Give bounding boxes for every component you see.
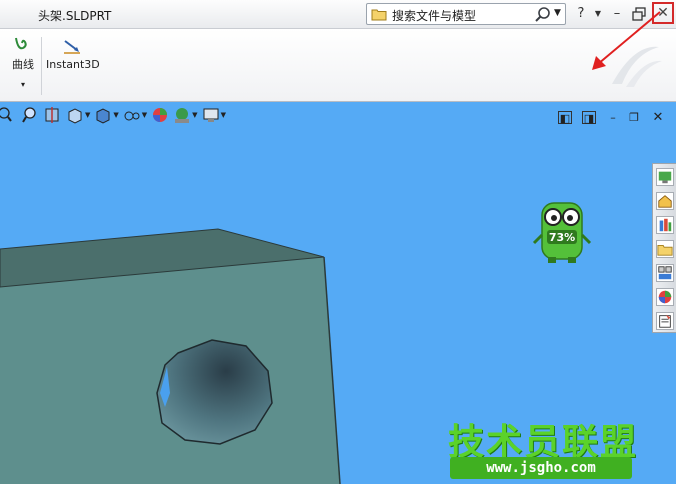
- search-input[interactable]: 搜索文件与模型: [392, 7, 476, 24]
- search-icon[interactable]: [534, 6, 552, 24]
- solidworks-resources-icon[interactable]: [656, 168, 674, 186]
- curve-dropdown-icon[interactable]: ▾: [8, 80, 38, 89]
- search-box[interactable]: 搜索文件与模型 ▼: [366, 3, 566, 25]
- watermark-url: www.jsgho.com: [450, 457, 632, 479]
- appearances-icon[interactable]: [656, 288, 674, 306]
- curve-icon: [15, 37, 27, 50]
- file-explorer-icon[interactable]: [656, 240, 674, 258]
- watermark: 技术员联盟 www.jsgho.com: [448, 413, 638, 481]
- instant3d-icon: [64, 40, 80, 54]
- instant3d-label: Instant3D: [46, 58, 100, 71]
- curve-button[interactable]: 曲线 ▾: [8, 35, 38, 89]
- curve-label: 曲线: [12, 58, 34, 71]
- command-ribbon: 曲线 ▾ Instant3D: [0, 29, 676, 102]
- search-dropdown-icon[interactable]: ▼: [554, 8, 561, 18]
- instant3d-button[interactable]: Instant3D: [46, 39, 100, 71]
- graphics-viewport[interactable]: ▼ ▼ ▼ ▼ ▼ ◧ ◨ – ❐ ✕ 73% 技术员联盟 www.jsgho.…: [0, 103, 676, 484]
- hole-feature: [156, 339, 273, 445]
- progress-mascot: 73%: [532, 202, 592, 263]
- window-title: 头架.SLDPRT: [38, 9, 112, 23]
- mascot-progress-text: 73%: [549, 231, 575, 244]
- design-library-icon[interactable]: [656, 216, 674, 234]
- title-bar: 头架.SLDPRT 搜索文件与模型 ▼ ? ▼ – ✕: [0, 0, 676, 29]
- folder-icon: [371, 9, 387, 21]
- ribbon-separator: [41, 37, 42, 95]
- home-icon[interactable]: [656, 192, 674, 210]
- custom-properties-icon[interactable]: [656, 312, 674, 330]
- view-palette-icon[interactable]: [656, 264, 674, 282]
- task-pane-tabs: [652, 163, 676, 333]
- annotation-arrow: [592, 11, 661, 70]
